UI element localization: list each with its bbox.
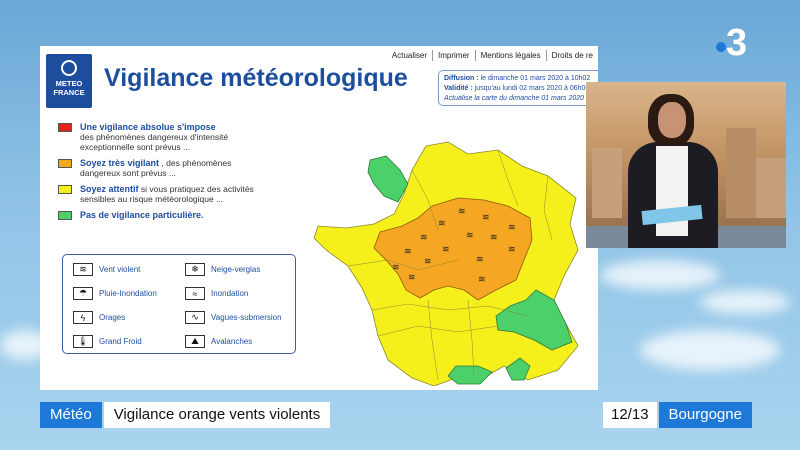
legend-item-green: Pas de vigilance particulière.	[58, 210, 258, 220]
lower-third-right: 12/13 Bourgogne	[603, 402, 752, 428]
cloud	[640, 330, 780, 370]
cloud	[700, 290, 790, 314]
legend-heading: Soyez très vigilant	[80, 158, 160, 168]
wind-marker-icon: ≋	[490, 233, 498, 243]
wind-marker-icon: ≋	[478, 275, 486, 285]
weather-panel: Actualiser Imprimer Mentions légales Dro…	[40, 46, 598, 390]
wind-marker-icon: ≋	[408, 273, 416, 283]
wind-marker-icon: ≋	[438, 219, 446, 229]
vigilance-legend: Une vigilance absolue s'impose des phéno…	[58, 122, 258, 226]
diffusion-value: le dimanche 01 mars 2020 à 10h02	[480, 75, 591, 82]
validite-label: Validité :	[444, 85, 473, 92]
legend-heading: Soyez attentif	[80, 184, 139, 194]
storm-icon: ϟ	[73, 311, 93, 324]
legend-swatch-orange	[58, 159, 72, 168]
lower-third-left: Météo Vigilance orange vents violents	[40, 402, 331, 428]
presenter-face	[658, 102, 686, 138]
wind-marker-icon: ≋	[508, 245, 516, 255]
legend-swatch-green	[58, 211, 72, 220]
headline: Vigilance orange vents violents	[103, 402, 331, 428]
legend-text: des phénomènes dangereux d'intensité exc…	[80, 132, 229, 152]
diffusion-label: Diffusion :	[444, 75, 479, 82]
wind-marker-icon: ≋	[404, 247, 412, 257]
hazard-flood: ≈ Inondation	[185, 287, 248, 300]
wind-marker-icon: ≋	[424, 257, 432, 267]
validite-value: jusqu'au lundi 02 mars 2020 à 06h00	[474, 85, 590, 92]
background-building	[592, 148, 622, 218]
wave-icon: ∿	[185, 311, 205, 324]
meteo-france-logo: METEO FRANCE	[46, 54, 92, 108]
background-building	[726, 128, 756, 218]
segment-tag: Météo	[40, 402, 102, 428]
legend-heading: Pas de vigilance particulière.	[80, 210, 204, 220]
nav-rights-link[interactable]: Droits de re	[547, 50, 598, 61]
nav-legal-link[interactable]: Mentions légales	[476, 50, 547, 61]
panel-nav: Actualiser Imprimer Mentions légales Dro…	[387, 50, 598, 61]
region-label: Bourgogne	[658, 402, 752, 428]
channel-logo-dot	[716, 42, 726, 52]
meteo-france-logo-line1: METEO	[55, 79, 83, 88]
update-note: Actualise la carte du dimanche 01 mars 2…	[444, 95, 596, 102]
meteo-france-logo-mark	[61, 60, 77, 76]
nav-print-link[interactable]: Imprimer	[433, 50, 476, 61]
hazard-label: Inondation	[211, 289, 249, 298]
cloud	[600, 260, 720, 290]
legend-swatch-yellow	[58, 185, 72, 194]
hazard-label: Orages	[99, 313, 126, 322]
snow-icon: ❄	[185, 263, 205, 276]
channel-logo: 3	[716, 22, 754, 64]
france-vigilance-map: ≋ ≋ ≋ ≋ ≋ ≋ ≋ ≋ ≋ ≋ ≋ ≋ ≋ ≋ ≋	[313, 141, 579, 386]
hazard-label: Neige-verglas	[211, 265, 261, 274]
legend-swatch-red	[58, 123, 72, 132]
wind-marker-icon: ≋	[508, 223, 516, 233]
hazard-label: Avalanches	[211, 337, 253, 346]
legend-item-yellow: Soyez attentif si vous pratiquez des act…	[58, 184, 258, 204]
avalanche-icon: ⛰	[185, 335, 205, 348]
hazard-label: Pluie-Inondation	[99, 289, 157, 298]
wind-marker-icon: ≋	[420, 233, 428, 243]
wind-marker-icon: ≋	[476, 255, 484, 265]
hazard-cold: 🌡 Grand Froid	[73, 335, 142, 348]
wind-marker-icon: ≋	[392, 263, 400, 273]
legend-item-orange: Soyez très vigilant , des phénomènes dan…	[58, 158, 258, 178]
channel-logo-number: 3	[726, 22, 748, 64]
hazard-avalanche: ⛰ Avalanches	[185, 335, 252, 348]
hazard-rain-flood: ☂ Pluie-Inondation	[73, 287, 157, 300]
panel-title: Vigilance météorologique	[104, 64, 408, 92]
meteo-france-logo-line2: FRANCE	[53, 88, 85, 97]
hazard-wind: ≋ Vent violent	[73, 263, 140, 276]
wind-marker-icon: ≋	[458, 207, 466, 217]
hazard-label: Vent violent	[99, 265, 141, 274]
presenter-video	[586, 82, 786, 248]
edition-label: 12/13	[603, 402, 657, 428]
legend-heading: Une vigilance absolue s'impose	[80, 122, 216, 132]
hazard-snow: ❄ Neige-verglas	[185, 263, 260, 276]
hazard-label: Grand Froid	[99, 337, 142, 346]
thermometer-icon: 🌡	[73, 335, 93, 348]
nav-refresh-link[interactable]: Actualiser	[387, 50, 434, 61]
hazard-label: Vagues-submersion	[211, 313, 282, 322]
forecast-dates-box: Diffusion : le dimanche 01 mars 2020 à 1…	[438, 70, 598, 106]
hazard-storm: ϟ Orages	[73, 311, 125, 324]
wind-marker-icon: ≋	[482, 213, 490, 223]
hazard-wave: ∿ Vagues-submersion	[185, 311, 282, 324]
legend-item-red: Une vigilance absolue s'impose des phéno…	[58, 122, 258, 152]
wind-marker-icon: ≋	[466, 231, 474, 241]
hazard-legend-box: ≋ Vent violent ❄ Neige-verglas ☂ Pluie-Inon…	[62, 254, 296, 354]
rain-flood-icon: ☂	[73, 287, 93, 300]
map-region-green	[367, 155, 409, 203]
background-building	[756, 158, 786, 218]
wind-icon: ≋	[73, 263, 93, 276]
flood-icon: ≈	[185, 287, 205, 300]
wind-marker-icon: ≋	[442, 245, 450, 255]
